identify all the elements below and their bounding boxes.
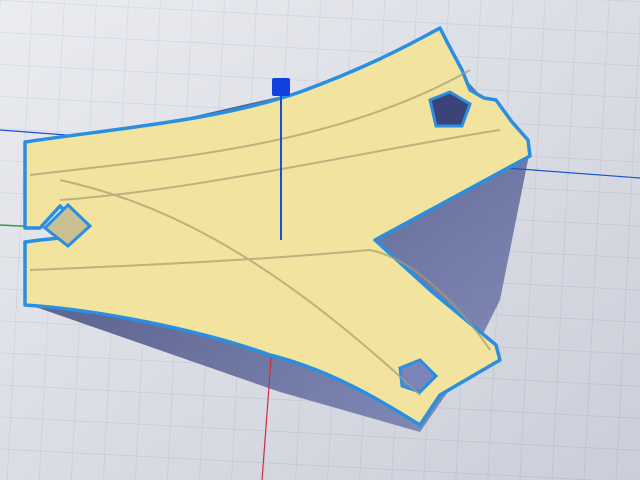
height-handle-icon[interactable] [272, 78, 290, 96]
3d-viewport[interactable] [0, 0, 640, 480]
